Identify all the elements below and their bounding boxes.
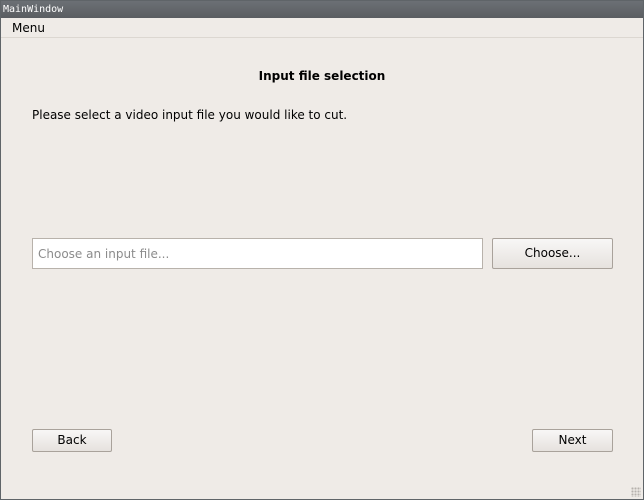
choose-button[interactable]: Choose...	[492, 238, 613, 269]
window-titlebar[interactable]: MainWindow	[1, 1, 643, 18]
menu-item-menu[interactable]: Menu	[7, 19, 50, 37]
next-button[interactable]: Next	[532, 429, 613, 452]
back-button[interactable]: Back	[32, 429, 112, 452]
input-file-field[interactable]	[32, 238, 483, 269]
instruction-text: Please select a video input file you wou…	[32, 108, 348, 122]
window-title: MainWindow	[3, 4, 64, 15]
main-window: MainWindow Menu Input file selection Ple…	[0, 0, 644, 500]
menu-bar: Menu	[1, 18, 643, 38]
size-grip-icon[interactable]	[631, 487, 641, 497]
page-title: Input file selection	[258, 69, 386, 83]
